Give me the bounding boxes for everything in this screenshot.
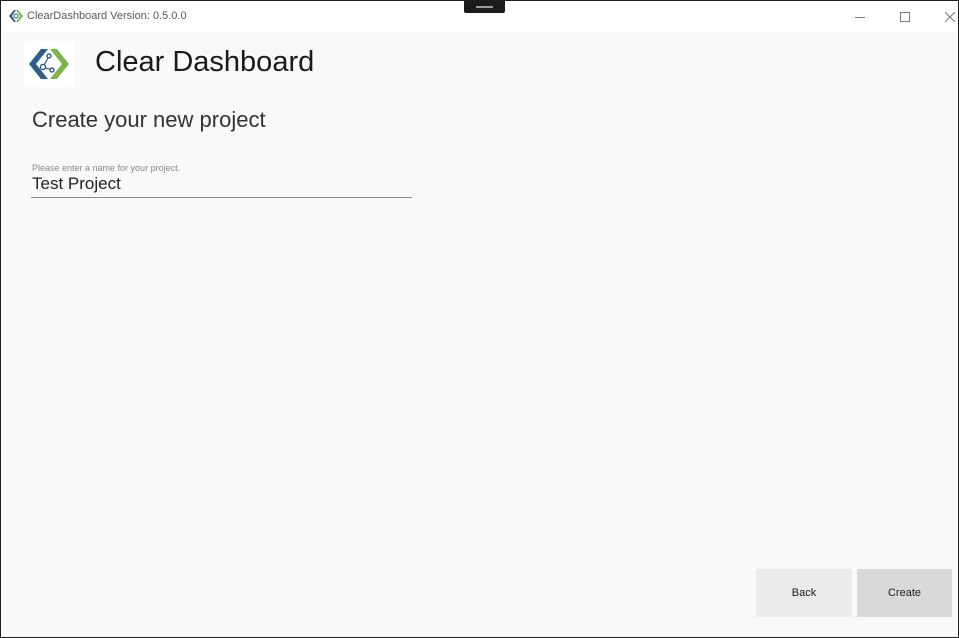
create-button[interactable]: Create: [857, 569, 952, 617]
maximize-button[interactable]: [882, 1, 928, 32]
maximize-icon: [900, 11, 910, 22]
back-button[interactable]: Back: [756, 569, 852, 617]
app-window: ClearDashboard Version: 0.5.0.0 Clear Da…: [0, 0, 959, 638]
title-bar[interactable]: ClearDashboard Version: 0.5.0.0: [1, 1, 958, 32]
minimize-icon: [855, 16, 865, 18]
close-button[interactable]: [927, 1, 958, 32]
app-name: Clear Dashboard: [95, 46, 315, 78]
close-icon: [945, 11, 955, 22]
project-name-input[interactable]: [31, 174, 412, 198]
minimize-button[interactable]: [837, 1, 883, 32]
page-title: Create your new project: [32, 107, 266, 132]
project-name-field: Please enter a name for your project.: [31, 163, 412, 198]
drag-handle-icon[interactable]: [464, 1, 505, 13]
clear-dashboard-logo-icon: [24, 41, 74, 87]
window-title: ClearDashboard Version: 0.5.0.0: [27, 10, 187, 22]
app-icon: [9, 10, 23, 22]
project-name-hint: Please enter a name for your project.: [32, 163, 181, 173]
